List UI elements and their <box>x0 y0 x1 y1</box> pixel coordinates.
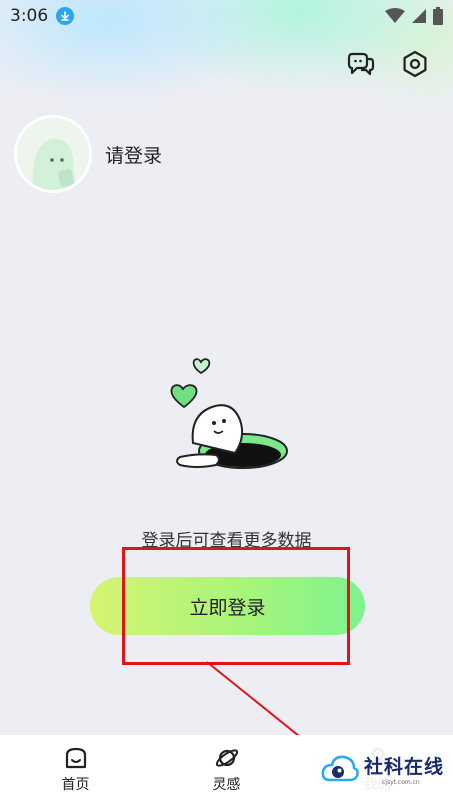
planet-icon <box>215 749 238 767</box>
home-icon <box>65 747 86 769</box>
cloud-eye-icon <box>321 755 359 782</box>
profile-section[interactable]: 请登录 <box>14 115 162 193</box>
avatar[interactable] <box>14 115 92 193</box>
watermark-url: cjsyt.com.cn <box>382 779 420 786</box>
annotation-highlight-box <box>122 547 350 665</box>
chat-icon[interactable] <box>345 48 377 80</box>
watermark: 社科在线 cjsyt.com.cn <box>320 743 453 795</box>
settings-icon[interactable] <box>399 48 431 80</box>
download-icon <box>56 7 75 25</box>
header-actions <box>345 48 431 80</box>
status-bar: 3:06 <box>0 0 453 32</box>
nav-label-inspiration: 灵感 <box>212 777 241 793</box>
status-icons <box>385 7 443 25</box>
status-time: 3:06 <box>10 6 49 26</box>
nav-label-home: 首页 <box>61 777 90 793</box>
battery-icon <box>433 7 443 25</box>
signal-icon <box>412 9 426 23</box>
watermark-title: 社科在线 <box>364 756 445 778</box>
login-prompt[interactable]: 请登录 <box>105 141 162 168</box>
empty-state-illustration <box>160 355 295 480</box>
nav-item-inspiration[interactable]: 灵感 <box>151 735 302 805</box>
wifi-icon <box>385 8 405 23</box>
nav-item-home[interactable]: 首页 <box>0 735 151 805</box>
